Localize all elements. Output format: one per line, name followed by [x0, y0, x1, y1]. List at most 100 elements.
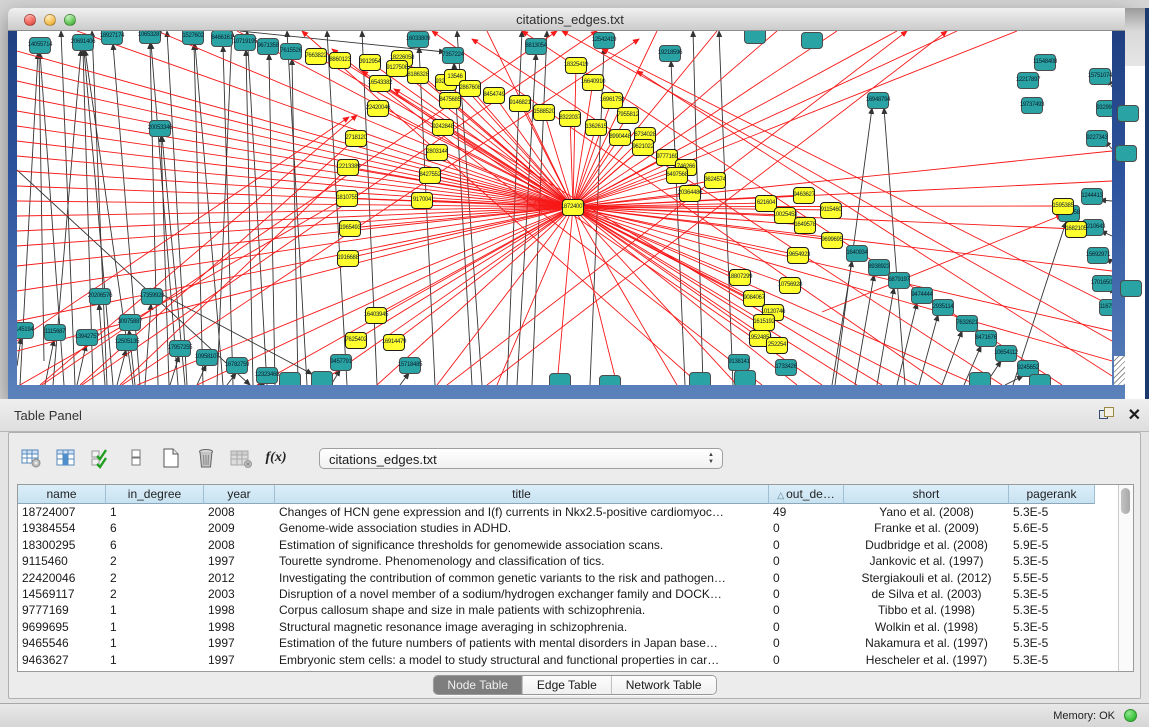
- graph-node[interactable]: 9115460: [820, 202, 842, 219]
- graph-node[interactable]: 8938923: [868, 259, 890, 276]
- delete-icon[interactable]: [194, 446, 218, 470]
- graph-node[interactable]: 8990448: [609, 129, 631, 146]
- graph-node[interactable]: [549, 373, 571, 386]
- graph-node[interactable]: [599, 375, 621, 386]
- tab-node-table[interactable]: Node Table: [433, 676, 522, 694]
- graph-node[interactable]: 8427552: [419, 167, 441, 184]
- graph-node[interactable]: 9146821: [509, 95, 531, 112]
- graph-node[interactable]: 1167533: [1099, 299, 1112, 316]
- graph-node[interactable]: 12542419: [593, 32, 615, 49]
- graph-node[interactable]: 16914479: [383, 334, 405, 351]
- select-all-icon[interactable]: [89, 446, 113, 470]
- graph-node[interactable]: [1029, 374, 1051, 386]
- graph-node[interactable]: 17957255: [169, 340, 191, 357]
- graph-node[interactable]: [1115, 145, 1137, 162]
- table-settings-icon[interactable]: [19, 446, 43, 470]
- graph-node[interactable]: 7357224: [442, 47, 464, 64]
- graph-node[interactable]: 9138141: [728, 354, 750, 371]
- column-header-out_de[interactable]: △out_de…: [769, 485, 844, 504]
- graph-node[interactable]: 7632621: [956, 315, 978, 332]
- graph-node[interactable]: 3912954: [359, 54, 381, 71]
- graph-node[interactable]: 9227343: [1086, 130, 1108, 147]
- graph-node[interactable]: 1615192: [753, 314, 775, 331]
- table-row[interactable]: 1872400712008Changes of HCN gene express…: [18, 504, 1133, 520]
- graph-node[interactable]: 1595385: [1052, 198, 1074, 215]
- graph-node[interactable]: [689, 372, 711, 386]
- vertical-scrollbar[interactable]: [1118, 485, 1133, 671]
- graph-node[interactable]: 1527602: [182, 31, 204, 45]
- graph-hub-node[interactable]: 18724007: [562, 199, 584, 216]
- graph-node[interactable]: 9084067: [743, 290, 765, 307]
- column-header-in_degree[interactable]: in_degree: [106, 485, 204, 504]
- graph-node[interactable]: 8813054: [525, 38, 547, 55]
- graph-node[interactable]: 1810755: [336, 190, 358, 207]
- network-canvas[interactable]: 1405571420691406189271741065328715276026…: [17, 31, 1112, 385]
- graph-node[interactable]: 14055714: [29, 37, 51, 54]
- graph-node[interactable]: 10958107: [196, 349, 218, 366]
- graph-node[interactable]: 1362615: [585, 119, 607, 136]
- graph-node[interactable]: 10756928: [779, 277, 801, 294]
- close-icon[interactable]: ✕: [1128, 405, 1141, 425]
- graph-node[interactable]: 7955812: [617, 107, 639, 124]
- graph-node[interactable]: 20206576: [89, 288, 111, 305]
- table-row[interactable]: 911546021997Tourette syndrome. Phenomeno…: [18, 553, 1133, 569]
- graph-node[interactable]: 13942757: [76, 329, 98, 346]
- graph-node[interactable]: 19218596: [659, 45, 681, 62]
- graph-node[interactable]: 6497568: [666, 167, 688, 184]
- graph-node[interactable]: 2867608: [459, 80, 481, 97]
- graph-node[interactable]: 7615526: [280, 43, 302, 60]
- graph-node[interactable]: 17359928: [141, 288, 163, 305]
- graph-node[interactable]: 8454749: [483, 87, 505, 104]
- table-row[interactable]: 977716911998Corpus callosum shape and si…: [18, 602, 1133, 618]
- graph-node[interactable]: 252254: [766, 337, 788, 354]
- graph-node[interactable]: 1682105: [1065, 221, 1087, 238]
- graph-node[interactable]: 20364486: [679, 185, 701, 202]
- graph-node[interactable]: 10719195: [234, 34, 256, 51]
- graph-node[interactable]: 16782759: [226, 357, 248, 374]
- table-row[interactable]: 1456911722003Disruption of a novel membe…: [18, 586, 1133, 602]
- graph-node[interactable]: 20691406: [72, 34, 94, 51]
- graph-node[interactable]: [311, 371, 333, 386]
- background-network-window[interactable]: [1125, 8, 1149, 399]
- window-titlebar[interactable]: citations_edges.txt: [8, 8, 1132, 31]
- graph-node[interactable]: 9242848: [432, 119, 454, 136]
- graph-node[interactable]: 9463627: [793, 187, 815, 204]
- graph-node[interactable]: 12323468: [256, 367, 278, 384]
- graph-node[interactable]: 15718485: [399, 357, 421, 374]
- graph-node[interactable]: 1244413: [1081, 188, 1103, 205]
- scrollbar-thumb[interactable]: [1121, 488, 1130, 514]
- graph-node[interactable]: 9329966: [1096, 100, 1112, 117]
- graph-node[interactable]: 19654923: [787, 247, 809, 264]
- graph-node[interactable]: [1120, 280, 1142, 297]
- graph-node[interactable]: 1965493: [339, 220, 361, 237]
- graph-node[interactable]: 10654112: [995, 345, 1017, 362]
- graph-node[interactable]: 8860123: [329, 52, 351, 69]
- graph-node[interactable]: 2803144: [426, 144, 448, 161]
- graph-node[interactable]: 19737493: [1021, 97, 1043, 114]
- column-header-year[interactable]: year: [204, 485, 275, 504]
- graph-node[interactable]: 9621022: [632, 139, 654, 156]
- graph-node[interactable]: 30975887: [119, 314, 141, 331]
- graph-node[interactable]: 10025453: [774, 207, 796, 224]
- graph-node[interactable]: 20053346: [149, 120, 171, 137]
- graph-node[interactable]: 10653287: [139, 31, 161, 44]
- graph-node[interactable]: 16543382: [369, 75, 391, 92]
- graph-node[interactable]: 8471676: [975, 330, 997, 347]
- graph-node[interactable]: 3624574: [704, 172, 726, 189]
- table-row[interactable]: 1938455462009Genome-wide association stu…: [18, 520, 1133, 536]
- graph-node[interactable]: [1117, 105, 1139, 122]
- table-row[interactable]: 1830029562008Estimation of significance …: [18, 537, 1133, 553]
- graph-node[interactable]: 16403945: [365, 307, 387, 324]
- graph-node[interactable]: 1115687: [44, 324, 66, 341]
- graph-node[interactable]: 9474444: [911, 287, 933, 304]
- graph-node[interactable]: 8186328: [407, 67, 429, 84]
- graph-node[interactable]: 15692971: [1087, 247, 1109, 264]
- graph-node[interactable]: 7625402: [345, 332, 367, 349]
- graph-node[interactable]: 9457791: [330, 354, 352, 371]
- graph-node[interactable]: 22420046: [367, 100, 389, 117]
- graph-node[interactable]: 12505135: [116, 334, 138, 351]
- graph-node[interactable]: 1733426: [775, 359, 797, 376]
- column-header-name[interactable]: name: [18, 485, 106, 504]
- graph-node[interactable]: 1916688: [337, 250, 359, 267]
- table-row[interactable]: 946554611997Estimation of the future num…: [18, 635, 1133, 651]
